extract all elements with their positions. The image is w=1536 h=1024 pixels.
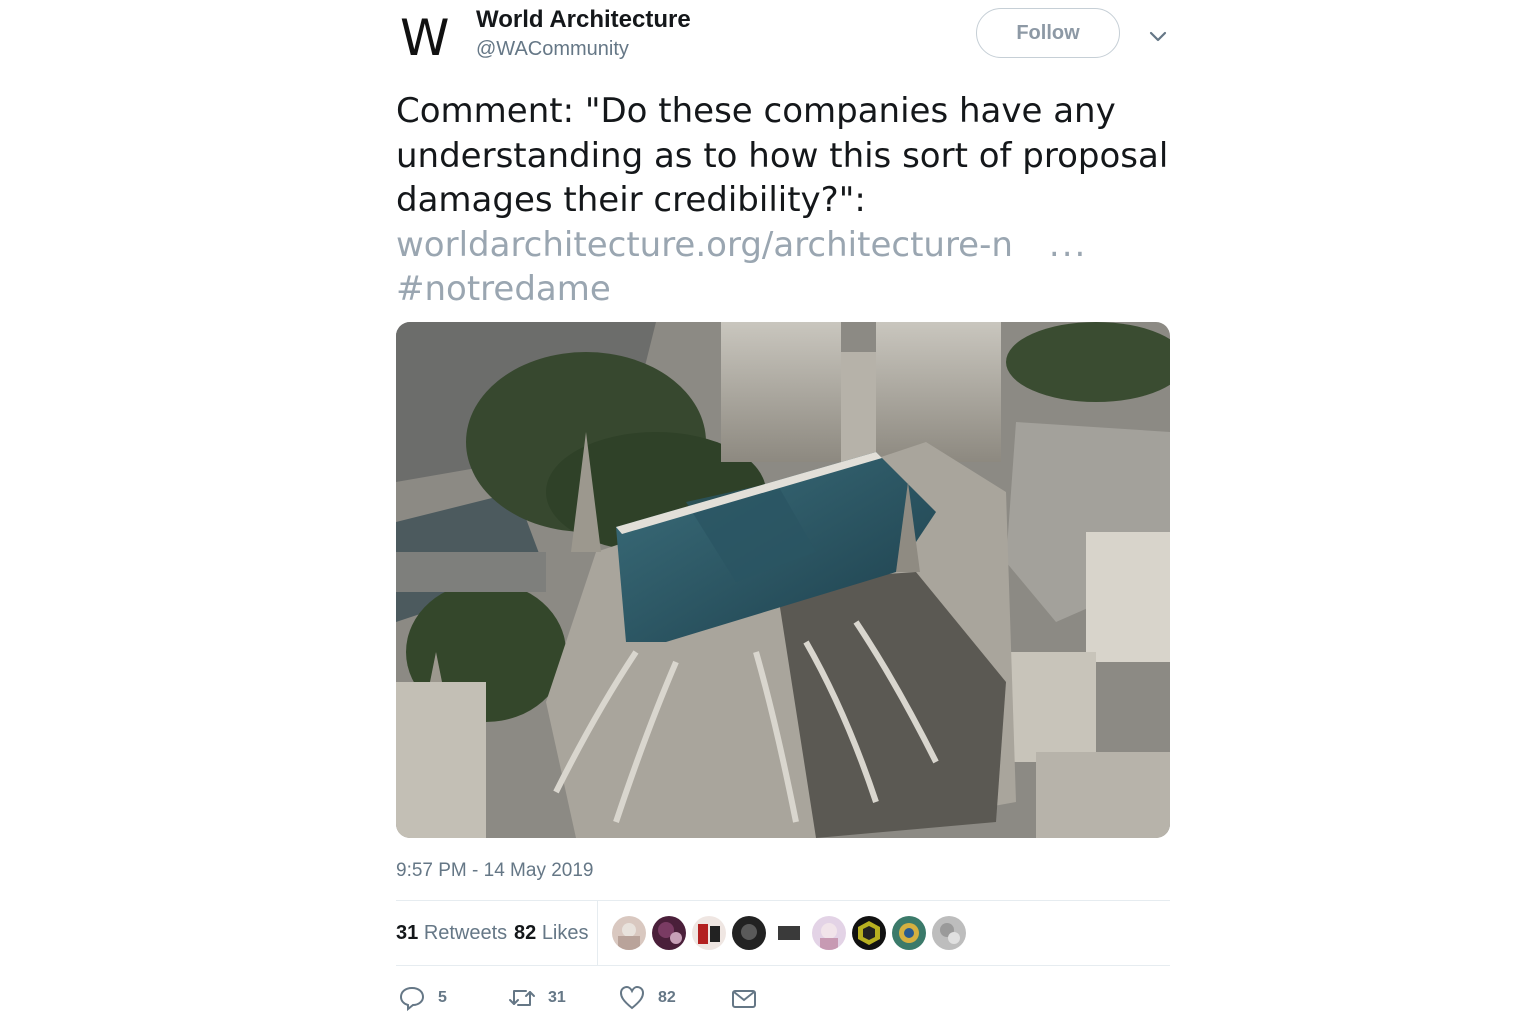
stats-separator — [597, 901, 598, 965]
retweet-count: 31 — [548, 989, 566, 1006]
mail-icon — [732, 990, 756, 1008]
likes-stat[interactable]: 82 Likes — [514, 922, 589, 945]
link-ellipsis: ... — [1048, 224, 1088, 265]
account-name[interactable]: World Architecture — [476, 6, 691, 34]
reply-count: 5 — [438, 989, 447, 1006]
likes-count: 82 — [514, 922, 537, 944]
divider — [396, 965, 1170, 966]
account-logo[interactable]: W — [400, 13, 456, 63]
tweet-photo[interactable] — [396, 322, 1170, 838]
tweet-hashtag-line: #notredame — [396, 267, 1170, 312]
avatar[interactable] — [692, 916, 726, 950]
tweet-text-line: understanding as to how this sort of pro… — [396, 135, 1169, 176]
reply-action[interactable]: 5 — [398, 984, 458, 1012]
avatar[interactable] — [772, 916, 806, 950]
avatar[interactable] — [892, 916, 926, 950]
retweets-stat[interactable]: 31 Retweets — [396, 922, 507, 945]
avatar[interactable] — [732, 916, 766, 950]
cathedral-pool-image — [396, 322, 1170, 838]
retweets-label: Retweets — [423, 922, 508, 944]
like-count: 82 — [658, 989, 676, 1006]
heart-icon — [619, 985, 645, 1010]
caret-down-icon[interactable] — [1146, 24, 1170, 48]
tweet-text: Comment: "Do these companies have any un… — [396, 89, 1170, 312]
retweets-count: 31 — [396, 922, 419, 944]
account-handle[interactable]: @WACommunity — [476, 38, 629, 61]
tweet-text-line: damages their credibility?": — [396, 180, 866, 220]
tweet-actions: 5 31 82 — [396, 980, 1170, 1016]
tweet-link[interactable]: worldarchitecture.org/architecture-n — [396, 225, 1013, 265]
retweet-icon — [509, 990, 535, 1006]
reply-icon — [399, 986, 425, 1012]
tweet-link-line: worldarchitecture.org/architecture-n... — [396, 223, 1170, 268]
tweet-text-line: Comment: "Do these companies have any — [396, 91, 1116, 131]
avatar[interactable] — [852, 916, 886, 950]
follow-button[interactable]: Follow — [976, 8, 1120, 58]
avatar[interactable] — [652, 916, 686, 950]
avatar[interactable] — [932, 916, 966, 950]
retweet-action[interactable]: 31 — [508, 984, 578, 1012]
hashtag-link[interactable]: #notredame — [396, 269, 611, 309]
tweet-stats: 31 Retweets 82 Likes — [396, 901, 1170, 965]
avatar[interactable] — [612, 916, 646, 950]
likes-label: Likes — [541, 922, 589, 944]
avatar[interactable] — [812, 916, 846, 950]
tweet-card: W World Architecture @WACommunity Follow… — [396, 0, 1170, 1024]
tweet-timestamp[interactable]: 9:57 PM - 14 May 2019 — [396, 860, 594, 882]
direct-message-action[interactable] — [730, 984, 758, 1012]
like-action[interactable]: 82 — [618, 984, 688, 1012]
